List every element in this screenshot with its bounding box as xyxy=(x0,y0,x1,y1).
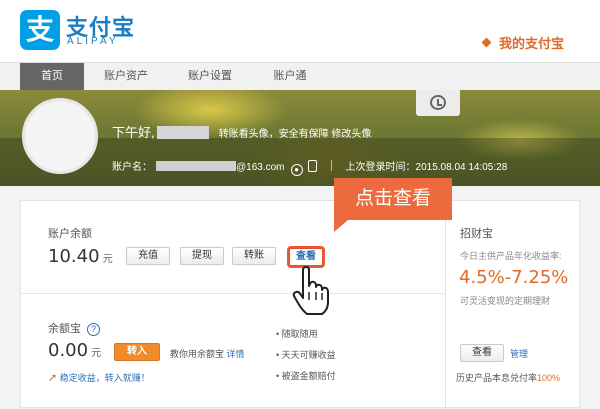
yuebao-tutorial-row: 教你用余额宝 详情 xyxy=(170,347,245,360)
balance-amount-row: 10.40 元 xyxy=(48,246,113,267)
yuebao-label-row: 余额宝 ? xyxy=(48,320,101,336)
hand-pointer-icon xyxy=(292,266,329,315)
feature-text: 随取随用 xyxy=(281,329,318,339)
feature-text: 被盗金额赔付 xyxy=(281,371,336,381)
account-suffix: @163.com xyxy=(236,162,285,173)
avatar-tip[interactable]: 转账看头像，安全有保障 修改头像 xyxy=(219,129,372,140)
yuebao-amount-row: 0.00 元 xyxy=(48,340,101,361)
nav-item-settings[interactable]: 账户设置 xyxy=(178,63,242,90)
feature-text: 天天可赚收益 xyxy=(281,350,336,360)
card-divider xyxy=(21,293,447,294)
feature-item: • 天天可赚收益 xyxy=(276,350,336,360)
user-verify-icon[interactable]: ● xyxy=(290,164,303,176)
zhaocai-rate-label: 今日主供产品年化收益率: xyxy=(460,251,562,261)
nav-item-home[interactable]: 首页 xyxy=(20,63,84,90)
top-header: 支 支付宝 ALIPAY 我的支付宝 xyxy=(0,0,600,62)
reminder-tab[interactable] xyxy=(416,90,460,116)
withdraw-button[interactable]: 提现 xyxy=(180,247,224,265)
balance-amount: 10.40 xyxy=(48,246,100,267)
balance-unit: 元 xyxy=(102,254,113,265)
zhaocai-history-row: 历史产品本息兑付率100% xyxy=(456,371,560,384)
zhaocai-desc: 可灵活变现的定期理财 xyxy=(460,296,551,306)
feature-item: • 随取随用 xyxy=(276,329,318,339)
zhaocai-rate: 4.5%-7.25% xyxy=(459,267,569,288)
zhaocai-view-button[interactable]: 查看 xyxy=(460,344,504,362)
zhaocai-manage-link[interactable]: 管理 xyxy=(510,347,528,360)
yuebao-unit: 元 xyxy=(91,348,102,359)
transfer-in-button[interactable]: 转入 xyxy=(114,343,160,361)
rocket-icon: ➚ xyxy=(48,372,58,384)
yuebao-amount: 0.00 xyxy=(48,340,89,361)
account-label: 账户名： xyxy=(112,162,152,173)
alipay-logo-mark: 支 xyxy=(20,10,60,50)
recharge-button[interactable]: 充值 xyxy=(126,247,170,265)
view-button[interactable]: 查看 xyxy=(289,248,323,266)
last-login: 上次登录时间：2015.08.04 14:05:28 xyxy=(345,162,508,173)
masked-username xyxy=(156,126,209,139)
account-info: 账户名： @163.com ● 上次登录时间：2015.08.04 14:05:28 xyxy=(112,158,507,176)
my-alipay-link[interactable]: 我的支付宝 xyxy=(481,33,564,52)
alarm-clock-icon xyxy=(430,95,446,110)
yuebao-label: 余额宝 xyxy=(48,323,81,335)
yuebao-tutorial: 教你用余额宝 xyxy=(170,349,225,359)
alipay-logo-en: ALIPAY xyxy=(67,36,119,47)
zhaocai-history-rate: 100% xyxy=(537,373,561,383)
transfer-button[interactable]: 转账 xyxy=(232,247,276,265)
diamond-icon xyxy=(481,37,492,48)
divider xyxy=(330,160,332,171)
phone-icon[interactable] xyxy=(307,160,317,172)
main-nav: 首页 账户资产 账户设置 账户通 xyxy=(0,62,600,90)
yuebao-details-link[interactable]: 详情 xyxy=(227,349,245,359)
help-icon[interactable]: ? xyxy=(87,323,101,336)
feature-item: • 被盗金额赔付 xyxy=(276,371,336,381)
avatar[interactable] xyxy=(22,98,98,174)
nav-item-account-link[interactable]: 账户通 xyxy=(258,63,322,90)
masked-account xyxy=(156,161,236,171)
profile-banner: 下午好, 转账看头像，安全有保障 修改头像 账户名： @163.com ● 上次登录时间… xyxy=(0,90,600,186)
yuebao-promo-row: ➚ 稳定收益，转入就赚！ xyxy=(48,371,150,384)
nav-item-assets[interactable]: 账户资产 xyxy=(94,63,158,90)
greeting: 下午好, 转账看头像，安全有保障 修改头像 xyxy=(112,122,371,141)
greeting-text: 下午好, xyxy=(112,125,155,140)
click-view-callout: 点击查看 xyxy=(334,178,452,232)
zhaocai-label: 招财宝 xyxy=(460,228,493,240)
yuebao-promo[interactable]: 稳定收益，转入就赚！ xyxy=(60,373,150,383)
my-alipay-label: 我的支付宝 xyxy=(498,36,564,51)
alipay-logo[interactable]: 支 支付宝 ALIPAY xyxy=(20,10,134,50)
balance-label: 账户余额 xyxy=(48,228,92,240)
zhaocai-history-label: 历史产品本息兑付率 xyxy=(456,373,538,383)
